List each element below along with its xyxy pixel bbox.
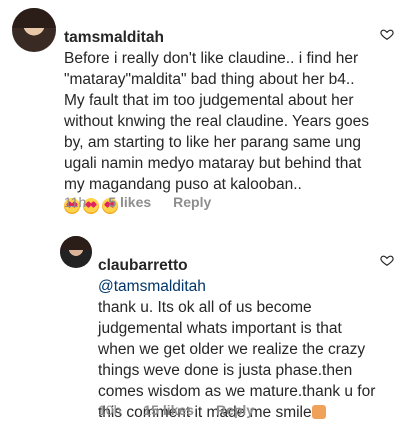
like-heart-icon[interactable]: [374, 26, 394, 40]
reply-mention[interactable]: @tamsmalditah: [98, 278, 206, 295]
comment-body: tamsmalditah Before i really don't like …: [64, 6, 376, 216]
avatar[interactable]: [60, 236, 92, 268]
likes-count[interactable]: 5 likes: [108, 194, 151, 210]
person-bowing-icon: [311, 405, 326, 419]
avatar-hair: [60, 236, 92, 251]
like-heart-icon[interactable]: [374, 252, 394, 266]
reply-username[interactable]: claubarretto: [98, 257, 188, 274]
reply-body: claubarretto @tamsmalditah thank u. Its …: [98, 234, 376, 423]
reply-button[interactable]: Reply: [173, 194, 211, 210]
reply-time: 10h: [98, 402, 122, 418]
comment-text: Before i really don't like claudine.. i …: [64, 50, 370, 193]
comment-username[interactable]: tamsmalditah: [64, 29, 164, 46]
reply-button[interactable]: Reply: [216, 402, 254, 418]
avatar-hair: [12, 8, 56, 28]
comment-meta: 11h 5 likes Reply: [64, 194, 211, 210]
reply-meta: 10h 15 likes Reply: [98, 402, 254, 418]
avatar[interactable]: [12, 8, 56, 52]
comment-time: 11h: [64, 194, 87, 210]
likes-count[interactable]: 15 likes: [143, 402, 194, 418]
